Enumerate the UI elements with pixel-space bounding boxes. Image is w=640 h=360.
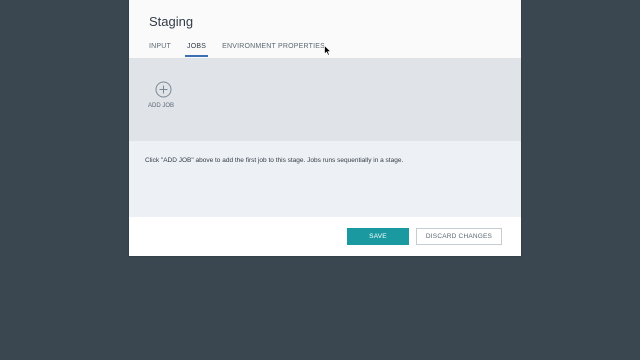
discard-changes-button[interactable]: DISCARD CHANGES: [416, 228, 502, 245]
tab-environment-properties[interactable]: ENVIRONMENT PROPERTIES: [222, 43, 325, 57]
dialog-header: Staging INPUT JOBS ENVIRONMENT PROPERTIE…: [129, 0, 521, 59]
stage-config-dialog: Staging INPUT JOBS ENVIRONMENT PROPERTIE…: [129, 0, 521, 256]
save-button[interactable]: SAVE: [347, 228, 409, 245]
jobs-empty-state: Click "ADD JOB" above to add the first j…: [129, 141, 521, 217]
dialog-footer: SAVE DISCARD CHANGES: [129, 217, 521, 256]
tab-bar: INPUT JOBS ENVIRONMENT PROPERTIES: [149, 43, 339, 57]
add-job-label: ADD JOB: [147, 103, 174, 109]
empty-state-message: Click "ADD JOB" above to add the first j…: [145, 157, 404, 164]
tab-jobs[interactable]: JOBS: [185, 43, 209, 57]
mouse-cursor-icon: [324, 45, 332, 56]
dialog-title: Staging: [149, 14, 194, 29]
tab-input[interactable]: INPUT: [149, 43, 171, 57]
add-job-button[interactable]: ADD JOB: [147, 81, 179, 109]
plus-circle-icon: [155, 81, 171, 98]
jobs-strip: ADD JOB: [129, 59, 521, 141]
